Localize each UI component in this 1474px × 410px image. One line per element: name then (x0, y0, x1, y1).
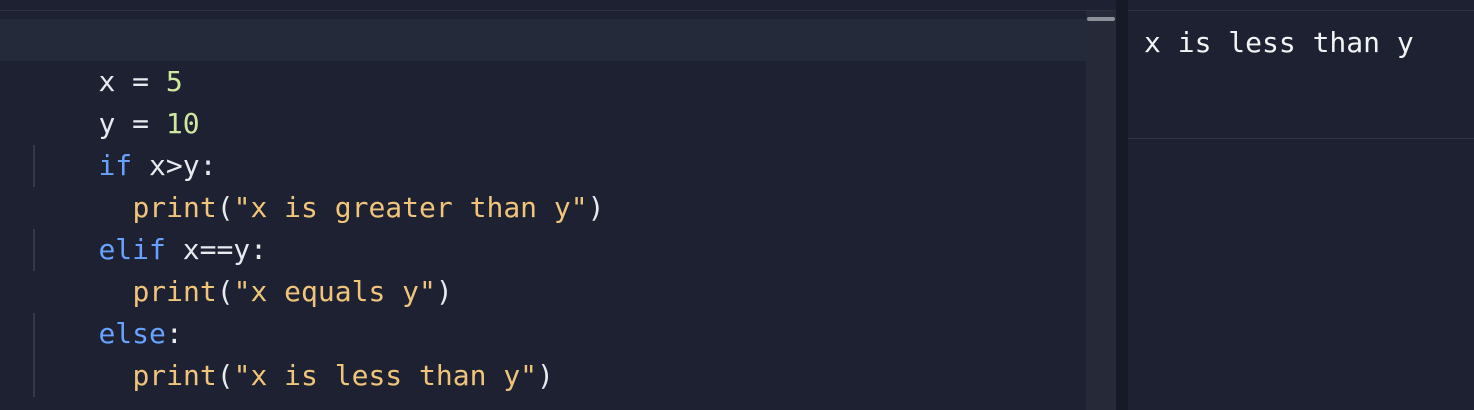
paren-close: ) (435, 275, 453, 308)
output-text: x is less than y (1144, 26, 1414, 59)
code-line-4[interactable]: print("x is greater than y") (65, 145, 604, 224)
code-line-2[interactable]: y = 10 (31, 61, 199, 140)
output-separator (1128, 138, 1474, 139)
indent-guide (33, 229, 35, 271)
pane-divider[interactable] (1116, 0, 1128, 410)
indent-guide (33, 313, 35, 397)
string-literal: "x is greater than y" (233, 191, 588, 224)
indent-guide (33, 145, 35, 187)
paren-open: ( (216, 359, 234, 392)
string-literal: "x equals y" (233, 275, 436, 308)
code-line-6[interactable]: print("x equals y") (65, 229, 452, 308)
paren-close: ) (587, 191, 605, 224)
code-line-5[interactable]: elif x==y: (31, 187, 267, 266)
code-line-1[interactable]: x = 5 (31, 19, 182, 98)
code-line-8[interactable]: print("x is less than y") (65, 313, 553, 392)
string-literal: "x is less than y" (233, 359, 538, 392)
paren-open: ( (216, 275, 234, 308)
code-line-3[interactable]: if x>y: (31, 103, 216, 182)
code-line-7[interactable]: else: (31, 271, 182, 350)
output-panel: x is less than y (1128, 11, 1474, 410)
top-strip (0, 0, 1474, 11)
paren-close: ) (537, 359, 554, 392)
code-editor[interactable]: x = 5 y = 10 if x>y: print("x is greater… (0, 11, 1086, 410)
editor-scrollbar[interactable] (1086, 11, 1116, 410)
editor-scrollbar-thumb[interactable] (1087, 17, 1115, 21)
function-print: print (132, 359, 217, 392)
